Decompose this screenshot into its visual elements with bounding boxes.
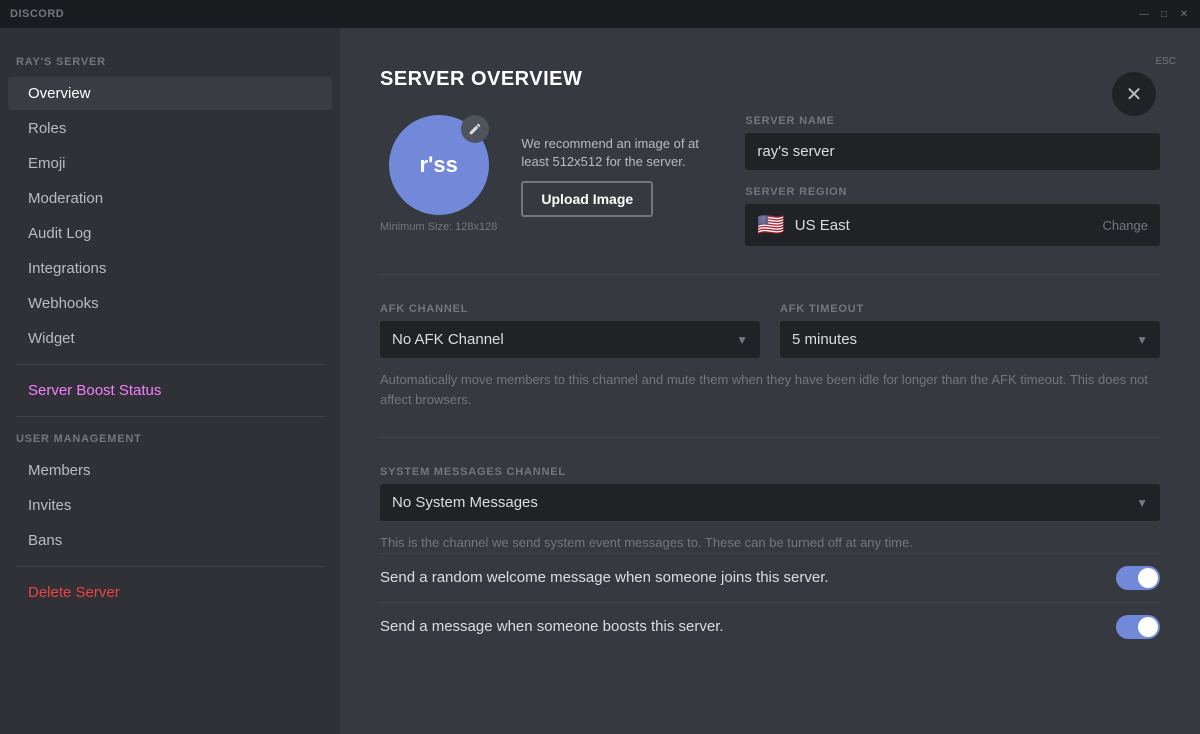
- user-management-section-label: USER MANAGEMENT: [0, 433, 340, 453]
- afk-channel-select[interactable]: No AFK Channel: [380, 321, 760, 358]
- sidebar-item-label: Members: [28, 462, 91, 479]
- sidebar-item-label: Invites: [28, 497, 71, 514]
- region-name: US East: [795, 217, 850, 234]
- sidebar-item-label: Audit Log: [28, 225, 91, 242]
- esc-icon: ✕: [1126, 82, 1143, 107]
- section-divider-1: [380, 274, 1160, 275]
- recommend-text: We recommend an image of at least 512x51…: [521, 135, 721, 171]
- afk-timeout-label: AFK TIMEOUT: [780, 303, 1160, 315]
- region-left: 🇺🇸 US East: [757, 212, 849, 238]
- upload-image-button[interactable]: Upload Image: [521, 181, 653, 217]
- sidebar-item-label: Webhooks: [28, 295, 99, 312]
- minimize-button[interactable]: —: [1138, 8, 1150, 20]
- toggle-knob: [1138, 568, 1158, 588]
- region-selector: 🇺🇸 US East Change: [745, 204, 1160, 246]
- close-button[interactable]: ✕: [1178, 8, 1190, 20]
- sidebar-item-emoji[interactable]: Emoji: [8, 147, 332, 180]
- overview-top: r'ss Minimum Size: 128x128 We recommend …: [380, 115, 1160, 246]
- server-name-label: SERVER NAME: [745, 115, 1160, 127]
- app-title: DISCORD: [10, 8, 64, 20]
- server-icon-text: r'ss: [420, 152, 458, 178]
- afk-channel-select-wrapper: No AFK Channel ▼: [380, 321, 760, 358]
- toggle-knob: [1138, 617, 1158, 637]
- titlebar: DISCORD — □ ✕: [0, 0, 1200, 28]
- system-messages-select[interactable]: No System Messages: [380, 484, 1160, 521]
- server-region-field: SERVER REGION 🇺🇸 US East Change: [745, 186, 1160, 246]
- section-divider-2: [380, 437, 1160, 438]
- sidebar-item-label: Overview: [28, 85, 91, 102]
- sidebar-item-overview[interactable]: Overview: [8, 77, 332, 110]
- maximize-button[interactable]: □: [1158, 8, 1170, 20]
- afk-timeout-select-wrapper: 5 minutes ▼: [780, 321, 1160, 358]
- sidebar-item-label: Roles: [28, 120, 66, 137]
- sidebar-item-label: Server Boost Status: [28, 382, 161, 399]
- sidebar-item-webhooks[interactable]: Webhooks: [8, 287, 332, 320]
- sidebar-item-delete-server[interactable]: Delete Server: [8, 576, 332, 609]
- esc-label: ESC: [1155, 56, 1176, 67]
- afk-channel-field: AFK CHANNEL No AFK Channel ▼: [380, 303, 760, 358]
- page-title: SERVER OVERVIEW: [380, 68, 1160, 91]
- change-region-button[interactable]: Change: [1102, 218, 1148, 233]
- afk-timeout-field: AFK TIMEOUT 5 minutes ▼: [780, 303, 1160, 358]
- server-icon[interactable]: r'ss: [389, 115, 489, 215]
- system-messages-section: SYSTEM MESSAGES CHANNEL No System Messag…: [380, 466, 1160, 651]
- overview-middle: We recommend an image of at least 512x51…: [521, 115, 721, 217]
- server-icon-area: r'ss Minimum Size: 128x128: [380, 115, 497, 233]
- sidebar-item-label: Widget: [28, 330, 75, 347]
- sidebar-item-label: Delete Server: [28, 584, 120, 601]
- server-name-region: SERVER NAME SERVER REGION 🇺🇸 US East Cha…: [745, 115, 1160, 246]
- server-name-input[interactable]: [745, 133, 1160, 170]
- min-size-label: Minimum Size: 128x128: [380, 221, 497, 233]
- server-region-label: SERVER REGION: [745, 186, 1160, 198]
- sidebar-item-audit-log[interactable]: Audit Log: [8, 217, 332, 250]
- welcome-toggle[interactable]: [1116, 566, 1160, 590]
- sidebar-item-integrations[interactable]: Integrations: [8, 252, 332, 285]
- sidebar-divider-2: [16, 416, 324, 417]
- sidebar-item-bans[interactable]: Bans: [8, 524, 332, 557]
- toggle-row-welcome: Send a random welcome message when someo…: [380, 553, 1160, 602]
- sidebar-item-invites[interactable]: Invites: [8, 489, 332, 522]
- system-messages-label: SYSTEM MESSAGES CHANNEL: [380, 466, 1160, 478]
- sidebar-item-label: Bans: [28, 532, 62, 549]
- sidebar-item-boost[interactable]: Server Boost Status: [8, 374, 332, 407]
- region-flag: 🇺🇸: [757, 212, 784, 238]
- sidebar-item-label: Emoji: [28, 155, 66, 172]
- afk-section: AFK CHANNEL No AFK Channel ▼ AFK TIMEOUT…: [380, 303, 1160, 358]
- sidebar-divider: [16, 364, 324, 365]
- server-name-field: SERVER NAME: [745, 115, 1160, 170]
- sidebar-item-roles[interactable]: Roles: [8, 112, 332, 145]
- sidebar-item-widget[interactable]: Widget: [8, 322, 332, 355]
- sidebar-item-label: Integrations: [28, 260, 106, 277]
- system-messages-select-wrapper: No System Messages ▼: [380, 484, 1160, 521]
- afk-timeout-select[interactable]: 5 minutes: [780, 321, 1160, 358]
- esc-button[interactable]: ✕: [1112, 72, 1156, 116]
- afk-channel-label: AFK CHANNEL: [380, 303, 760, 315]
- sidebar-divider-3: [16, 566, 324, 567]
- sidebar-item-moderation[interactable]: Moderation: [8, 182, 332, 215]
- server-section-label: RAY'S SERVER: [0, 56, 340, 76]
- sidebar: RAY'S SERVER Overview Roles Emoji Modera…: [0, 28, 340, 734]
- afk-help-text: Automatically move members to this chann…: [380, 370, 1160, 409]
- toggle-welcome-label: Send a random welcome message when someo…: [380, 569, 829, 586]
- edit-icon[interactable]: [461, 115, 489, 143]
- sidebar-item-label: Moderation: [28, 190, 103, 207]
- app-body: RAY'S SERVER Overview Roles Emoji Modera…: [0, 28, 1200, 734]
- window-controls: — □ ✕: [1138, 8, 1190, 20]
- toggle-row-boost: Send a message when someone boosts this …: [380, 602, 1160, 651]
- main-content: ✕ ESC SERVER OVERVIEW r'ss Minimum Size:…: [340, 28, 1200, 734]
- system-channel-help-text: This is the channel we send system event…: [380, 533, 1160, 553]
- boost-toggle[interactable]: [1116, 615, 1160, 639]
- sidebar-item-members[interactable]: Members: [8, 454, 332, 487]
- esc-area: ✕ ESC: [1155, 52, 1176, 67]
- toggle-boost-label: Send a message when someone boosts this …: [380, 618, 724, 635]
